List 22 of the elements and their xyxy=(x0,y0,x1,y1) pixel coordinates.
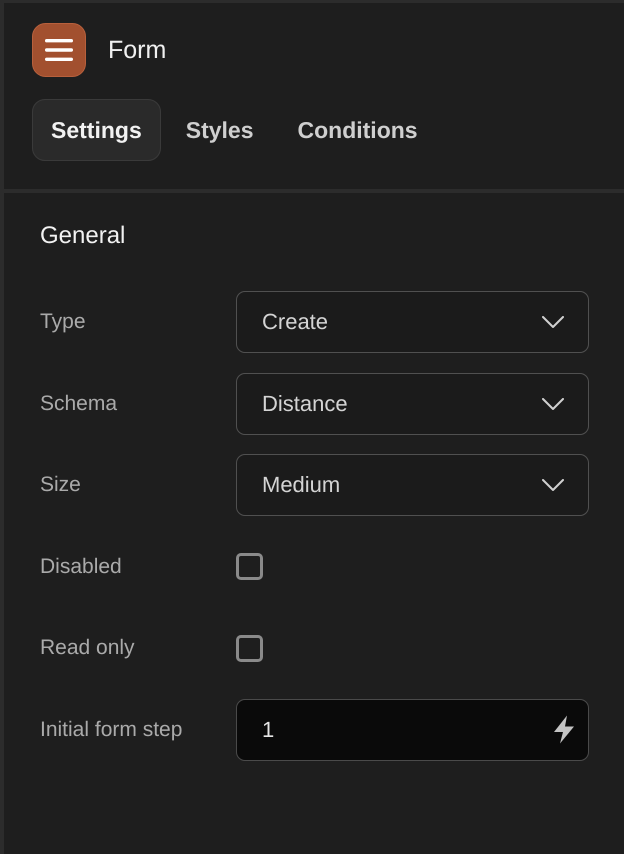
chevron-down-icon xyxy=(542,398,564,410)
lightning-icon[interactable] xyxy=(552,714,576,744)
tab[interactable]: Styles xyxy=(166,99,272,161)
input-field[interactable]: 1 xyxy=(236,698,589,761)
field-label: Schema xyxy=(40,392,118,416)
dropdown[interactable]: Medium xyxy=(236,454,589,516)
menu-icon[interactable] xyxy=(32,23,86,77)
checkbox[interactable] xyxy=(236,634,263,662)
section-title: General xyxy=(40,221,126,251)
field-label: Read only xyxy=(40,636,135,660)
chevron-down-icon xyxy=(542,316,564,328)
dropdown[interactable]: Create xyxy=(236,291,589,353)
checkbox[interactable] xyxy=(236,553,263,580)
dropdown[interactable]: Distance xyxy=(236,372,589,435)
field-label: Disabled xyxy=(40,554,122,579)
field-label: Size xyxy=(40,473,81,498)
tab[interactable]: Settings xyxy=(32,99,161,161)
chevron-down-icon xyxy=(542,479,564,492)
tab[interactable]: Conditions xyxy=(278,99,437,161)
panel-title: Form xyxy=(108,36,166,64)
field-label: Type xyxy=(40,310,86,334)
field-label: Initial form step xyxy=(40,718,182,742)
